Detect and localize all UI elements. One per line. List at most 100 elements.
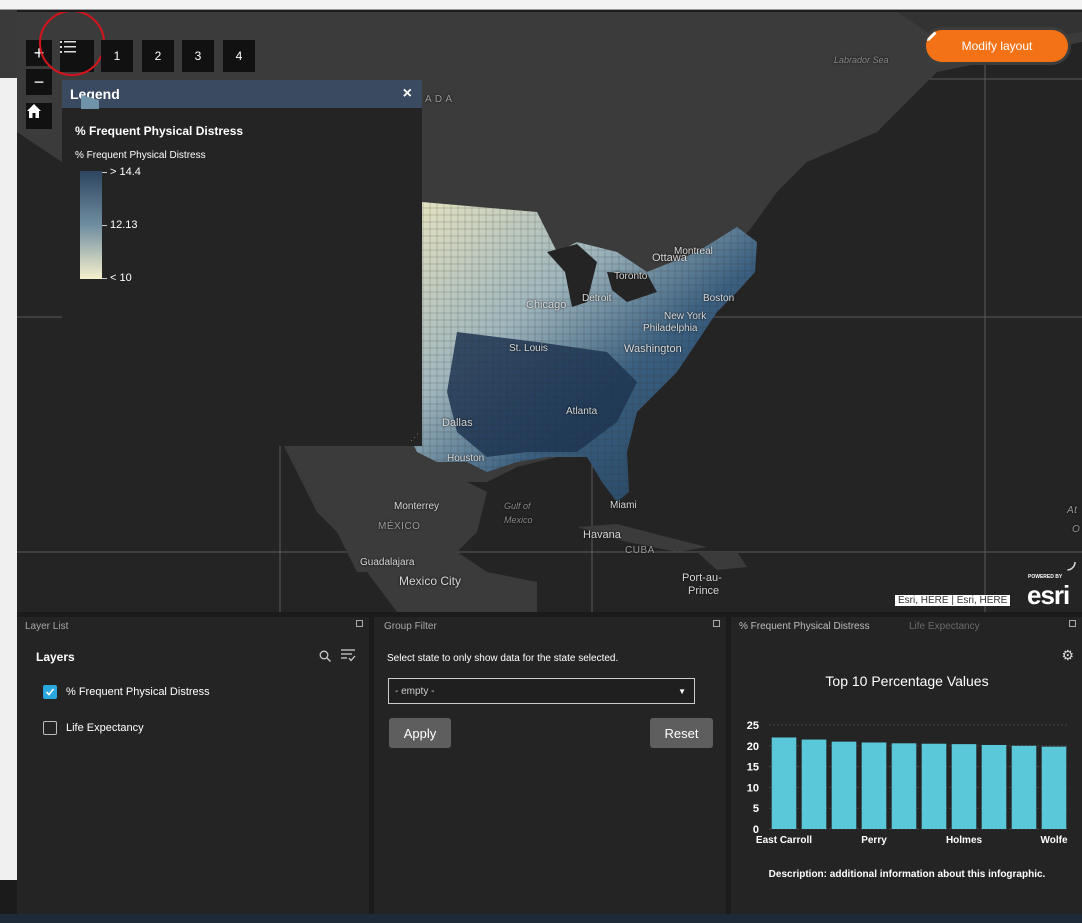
map-label-new-york: New York xyxy=(664,311,707,322)
modify-layout-button[interactable]: Modify layout xyxy=(926,30,1068,62)
x-tick-label: Perry xyxy=(861,835,887,846)
bar[interactable] xyxy=(1041,746,1067,829)
y-tick-label: 20 xyxy=(747,741,759,753)
legend-layer-title: % Frequent Physical Distress xyxy=(75,124,244,138)
chevron-down-icon: ▼ xyxy=(678,686,686,696)
map-label-havana: Havana xyxy=(583,529,621,541)
map-label-boston: Boston xyxy=(703,293,735,304)
window-top-strip xyxy=(0,0,1082,10)
apply-button[interactable]: Apply xyxy=(389,718,451,748)
hispaniola-land xyxy=(697,552,747,570)
map-label-miami: Miami xyxy=(610,500,637,511)
bar-chart: 0510152025East Carroll Perry Holmes Wolfe xyxy=(747,720,1069,846)
app-window: A D A Labrador Sea Ottawa Montreal Toron… xyxy=(0,0,1082,923)
reset-button[interactable]: Reset xyxy=(650,718,713,748)
layer-item-label: % Frequent Physical Distress xyxy=(66,686,210,698)
map-label-mexico-city: Mexico City xyxy=(399,574,462,588)
search-icon[interactable] xyxy=(319,650,331,662)
zoom-out-button[interactable]: − xyxy=(26,69,52,95)
left-gutter-dark xyxy=(0,10,17,78)
y-tick-label: 25 xyxy=(747,720,759,732)
ramp-tick-mid xyxy=(102,225,107,226)
legend-panel: Legend × % Frequent Physical Distress % … xyxy=(62,80,422,446)
bar[interactable] xyxy=(771,737,797,829)
x-tick-label: Wolfe xyxy=(1040,835,1067,846)
bar[interactable] xyxy=(801,739,827,829)
map-label-canada: A D A xyxy=(425,94,453,105)
layout-tab-4[interactable]: 4 xyxy=(223,40,255,72)
tab-life-expectancy[interactable]: Life Expectancy xyxy=(909,621,980,632)
y-tick-label: 10 xyxy=(747,782,759,794)
bar[interactable] xyxy=(921,743,947,829)
map-label-detroit: Detroit xyxy=(582,293,612,304)
map-label-gulf-2: Mexico xyxy=(504,515,533,525)
red-annotation-circle xyxy=(39,12,105,76)
maximize-icon[interactable] xyxy=(356,620,363,627)
bar[interactable] xyxy=(1011,745,1037,829)
map-label-guadalajara: Guadalajara xyxy=(360,557,415,568)
tab-physical-distress[interactable]: % Frequent Physical Distress xyxy=(739,621,870,632)
os-taskbar xyxy=(0,914,1082,923)
bar[interactable] xyxy=(861,742,887,829)
checkbox-checked-icon[interactable] xyxy=(43,685,57,699)
map-label-washington: Washington xyxy=(624,343,682,355)
ramp-bar xyxy=(80,171,102,279)
y-tick-label: 15 xyxy=(747,762,759,774)
layer-list-panel-title: Layer List xyxy=(25,621,69,632)
maximize-icon[interactable] xyxy=(1069,620,1076,627)
group-filter-panel: Group Filter Select state to only show d… xyxy=(374,617,726,917)
map-label-houston: Houston xyxy=(447,453,485,464)
map-label-ocean: O xyxy=(1072,524,1081,535)
map-label-st-louis: St. Louis xyxy=(509,343,548,354)
maximize-icon[interactable] xyxy=(713,620,720,627)
layout-tab-3[interactable]: 3 xyxy=(182,40,214,72)
bar[interactable] xyxy=(891,743,917,829)
map-label-toronto: Toronto xyxy=(614,271,648,282)
state-select[interactable]: - empty - ▼ xyxy=(388,678,695,704)
layer-item-physical-distress[interactable]: % Frequent Physical Distress xyxy=(43,685,210,699)
map-label-gulf: Gulf of xyxy=(504,501,531,511)
ramp-label-mid: 12.13 xyxy=(110,219,138,231)
checkbox-unchecked-icon[interactable] xyxy=(43,721,57,735)
chart-title: Top 10 Percentage Values xyxy=(825,673,989,689)
map-label-dallas: Dallas xyxy=(442,417,473,429)
ramp-tick-high xyxy=(102,172,107,173)
map-attribution[interactable]: Esri, HERE | Esri, HERE xyxy=(895,595,1011,606)
map-label-labrador-sea: Labrador Sea xyxy=(834,55,889,65)
gear-icon[interactable]: ⚙ xyxy=(1061,647,1074,664)
ramp-label-high: > 14.4 xyxy=(110,166,141,178)
state-select-value: - empty - xyxy=(395,685,435,697)
layer-list-panel: Layer List Layers % Frequent Physical Di… xyxy=(17,617,369,917)
legend-color-ramp: > 14.4 12.13 < 10 xyxy=(80,166,422,284)
group-filter-panel-title: Group Filter xyxy=(384,621,437,632)
ramp-label-low: < 10 xyxy=(110,272,132,284)
layout-tab-1[interactable]: 1 xyxy=(101,40,133,72)
resize-handle-icon[interactable]: ⋰ xyxy=(410,432,419,443)
group-filter-instruction: Select state to only show data for the s… xyxy=(387,653,619,664)
map-label-port-au: Port-au- xyxy=(682,572,722,584)
map-label-monterrey: Monterrey xyxy=(394,501,440,512)
map-view[interactable]: A D A Labrador Sea Ottawa Montreal Toron… xyxy=(17,12,1082,612)
layers-heading: Layers xyxy=(36,650,75,664)
map-label-montreal: Montreal xyxy=(674,246,713,257)
x-tick-label: East Carroll xyxy=(756,835,812,846)
map-label-atlanta: Atlanta xyxy=(566,406,598,417)
home-icon xyxy=(27,104,41,118)
bar[interactable] xyxy=(981,744,1007,829)
map-label-cuba: CUBA xyxy=(625,545,655,556)
x-tick-label: Holmes xyxy=(946,835,983,846)
map-label-chicago: Chicago xyxy=(526,299,567,311)
close-icon[interactable]: × xyxy=(403,85,412,103)
map-label-mexico: MÉXICO xyxy=(378,521,421,532)
home-button[interactable] xyxy=(26,103,52,129)
layer-item-life-expectancy[interactable]: Life Expectancy xyxy=(43,721,144,735)
polygon-symbol-icon xyxy=(81,95,99,109)
infographic-panel: % Frequent Physical Distress Life Expect… xyxy=(731,617,1082,917)
modify-layout-label: Modify layout xyxy=(961,39,1033,53)
ramp-tick-low xyxy=(102,278,107,279)
layout-tab-2[interactable]: 2 xyxy=(142,40,174,72)
legend-header: Legend × xyxy=(62,80,422,108)
filter-list-icon[interactable] xyxy=(340,648,356,662)
bar[interactable] xyxy=(951,744,977,829)
bar[interactable] xyxy=(831,741,857,829)
